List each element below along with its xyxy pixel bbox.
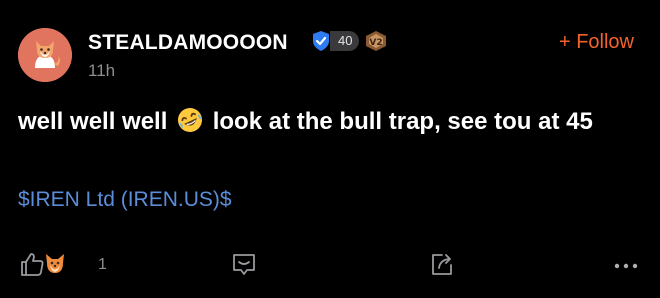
rolling-on-floor-laughing-emoji	[176, 106, 204, 134]
avatar[interactable]	[18, 28, 72, 82]
post-body: well well well look at the bull trap, se…	[18, 104, 638, 140]
svg-text:V2: V2	[369, 38, 382, 48]
post-text-end: look at the bull trap, see tou at 45	[206, 108, 593, 135]
like-count: 1	[98, 256, 107, 273]
comment-icon	[233, 254, 255, 275]
follow-button[interactable]: + Follow	[559, 31, 634, 54]
post-timestamp: 11h	[88, 61, 116, 80]
shield-check-icon	[313, 31, 329, 51]
more-button[interactable]	[611, 250, 641, 278]
comment-button[interactable]	[230, 250, 258, 278]
author-name[interactable]: STEALDAMOOOON	[88, 31, 288, 55]
dog-reaction-icon	[46, 254, 64, 273]
ticker-link[interactable]: $IREN Ltd (IREN.US)$	[18, 188, 232, 212]
share-icon	[432, 254, 452, 275]
shiba-dog-avatar-icon	[18, 28, 72, 82]
post-card: STEALDAMOOOON 40 V2 11h + Follow well we…	[0, 0, 660, 298]
action-bar: 1	[0, 246, 660, 282]
level-badge: 40	[330, 31, 360, 51]
share-button[interactable]	[428, 250, 456, 278]
v2-badge-icon: V2	[366, 31, 386, 51]
more-icon	[614, 263, 638, 269]
post-text-start: well well well	[18, 108, 175, 135]
